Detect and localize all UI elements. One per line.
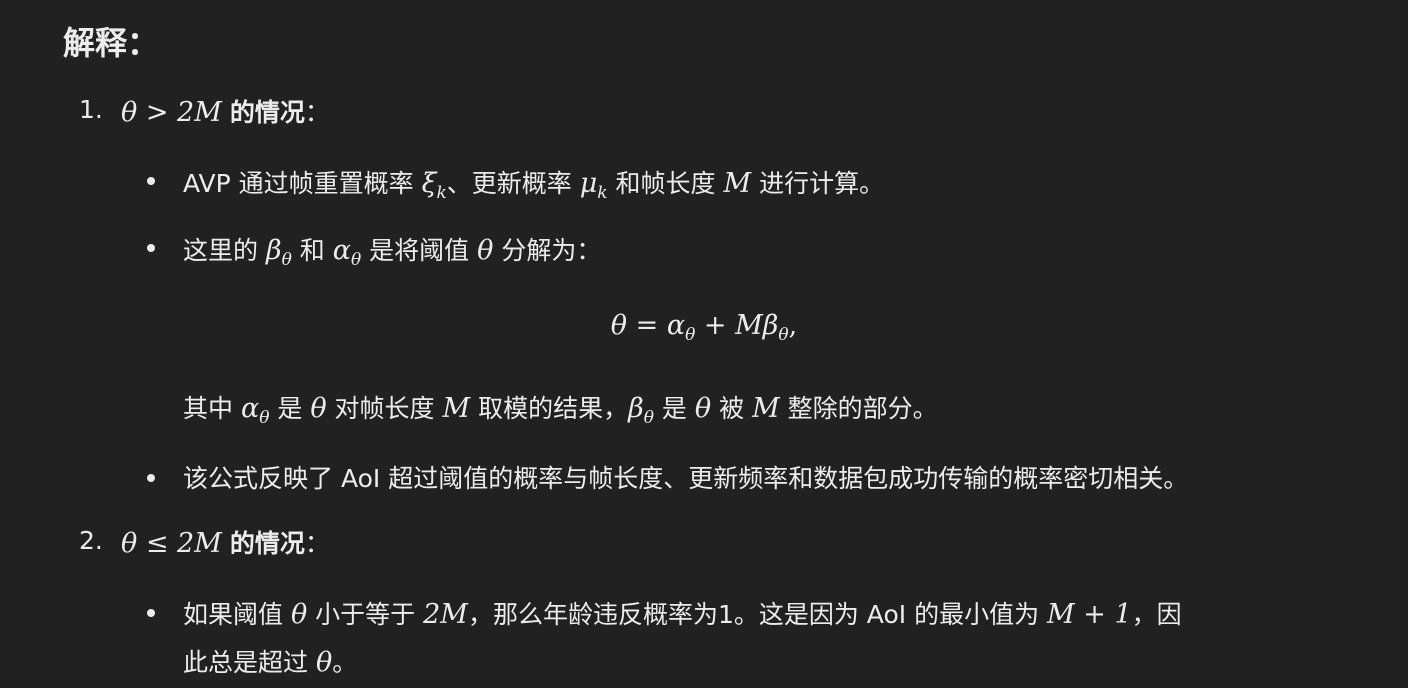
math-theta: θ	[694, 393, 712, 424]
math-M: M	[723, 168, 752, 199]
bullet-marker	[147, 609, 155, 617]
math-subscript: k	[436, 183, 447, 203]
text: 。	[332, 648, 358, 677]
text: 其中	[183, 394, 241, 423]
text: 是将阈值	[361, 236, 478, 265]
math-symbol: β	[265, 235, 282, 266]
math-theta: θ	[290, 599, 308, 630]
text: 和	[291, 236, 333, 265]
math-theta: θ	[315, 647, 333, 678]
eq-lhs: θ	[610, 310, 628, 341]
math-M-plus-1: M + 1	[1047, 599, 1132, 630]
text: 是	[653, 394, 695, 423]
text: 该公式反映了 AoI 超过阈值的概率与帧长度、更新频率和数据包成功传输的概率密切…	[183, 464, 1189, 493]
math-alpha: αθ	[240, 393, 269, 427]
eq-sign: =	[627, 310, 667, 341]
math-alpha: αθ	[332, 235, 361, 269]
math-subscript: θ	[778, 325, 789, 345]
text: 对帧长度	[326, 394, 443, 423]
math-subscript: θ	[350, 250, 362, 270]
text: 如果阈值	[183, 600, 291, 629]
text: 分解为：	[493, 236, 602, 265]
math-symbol: β	[628, 393, 644, 424]
item-2-title-text: 的情况	[229, 529, 305, 558]
list-number-1: 1.	[79, 95, 103, 124]
text: AVP 通过帧重置概率	[183, 169, 422, 198]
eq-mbeta: Mβ	[735, 310, 779, 341]
text: 进行计算。	[751, 169, 885, 198]
eq-alpha: α	[666, 310, 686, 341]
text: 此总是超过	[183, 648, 316, 677]
math-beta: βθ	[265, 235, 292, 269]
bullet-1-3: 该公式反映了 AoI 超过阈值的概率与帧长度、更新频率和数据包成功传输的概率密切…	[183, 459, 1188, 495]
bullet-marker	[147, 474, 155, 482]
math-symbol: ξ	[421, 168, 437, 199]
bullet-2-1-line2: 此总是超过 θ。	[183, 643, 357, 679]
item-1-title-colon: ：	[304, 98, 330, 127]
text: ，因	[1131, 600, 1182, 629]
text: 整除的部分。	[779, 394, 938, 423]
math-subscript: k	[597, 183, 608, 203]
math-subscript: θ	[259, 408, 270, 428]
bullet-1-2: 这里的 βθ 和 αθ 是将阈值 θ 分解为：	[183, 231, 602, 269]
text: 是	[269, 394, 311, 423]
math-symbol: α	[332, 235, 351, 266]
text: 这里的	[183, 236, 266, 265]
display-equation: θ = αθ + Mβθ,	[0, 310, 1408, 344]
text: 被	[711, 394, 753, 423]
text: ，那么年龄违反概率为1。这是因为 AoI 的最小值为	[467, 600, 1048, 629]
text: 取模的结果，	[470, 394, 629, 423]
math-M: M	[442, 393, 471, 424]
item-2-title-math: θ ≤ 2M	[121, 528, 222, 559]
math-subscript: θ	[643, 408, 654, 428]
equation: θ = αθ + Mβθ,	[610, 310, 798, 344]
item-2-title: θ ≤ 2M 的情况：	[121, 524, 330, 560]
math-symbol: α	[240, 393, 260, 424]
eq-comma: ,	[788, 310, 798, 341]
math-mu: μk	[579, 168, 608, 202]
item-2-title-colon: ：	[304, 529, 330, 558]
eq-plus: +	[695, 310, 736, 341]
bullet-1-1: AVP 通过帧重置概率 ξk、更新概率 μk 和帧长度 M 进行计算。	[183, 164, 885, 202]
text: 、更新概率	[446, 169, 580, 198]
bullet-2-1: 如果阈值 θ 小于等于 2M，那么年龄违反概率为1。这是因为 AoI 的最小值为…	[183, 595, 1182, 631]
equation-explanation: 其中 αθ 是 θ 对帧长度 M 取模的结果，βθ 是 θ 被 M 整除的部分。	[183, 389, 938, 427]
bullet-marker	[147, 244, 155, 252]
item-1-title: θ > 2M 的情况：	[121, 93, 330, 129]
math-theta: θ	[477, 235, 494, 266]
math-beta: βθ	[628, 393, 654, 427]
text: 小于等于	[307, 600, 424, 629]
item-1-title-text: 的情况	[229, 98, 305, 127]
math-2M: 2M	[423, 599, 468, 630]
math-subscript: θ	[281, 250, 292, 270]
math-M: M	[752, 393, 780, 424]
bullet-marker	[147, 177, 155, 185]
section-heading: 解释：	[63, 24, 160, 62]
math-symbol: μ	[579, 168, 598, 199]
item-1-title-math: θ > 2M	[121, 97, 222, 128]
math-subscript: θ	[685, 325, 696, 345]
math-theta: θ	[310, 393, 327, 424]
text: 和帧长度	[607, 169, 724, 198]
math-xi: ξk	[421, 168, 447, 202]
list-number-2: 2.	[79, 526, 103, 555]
